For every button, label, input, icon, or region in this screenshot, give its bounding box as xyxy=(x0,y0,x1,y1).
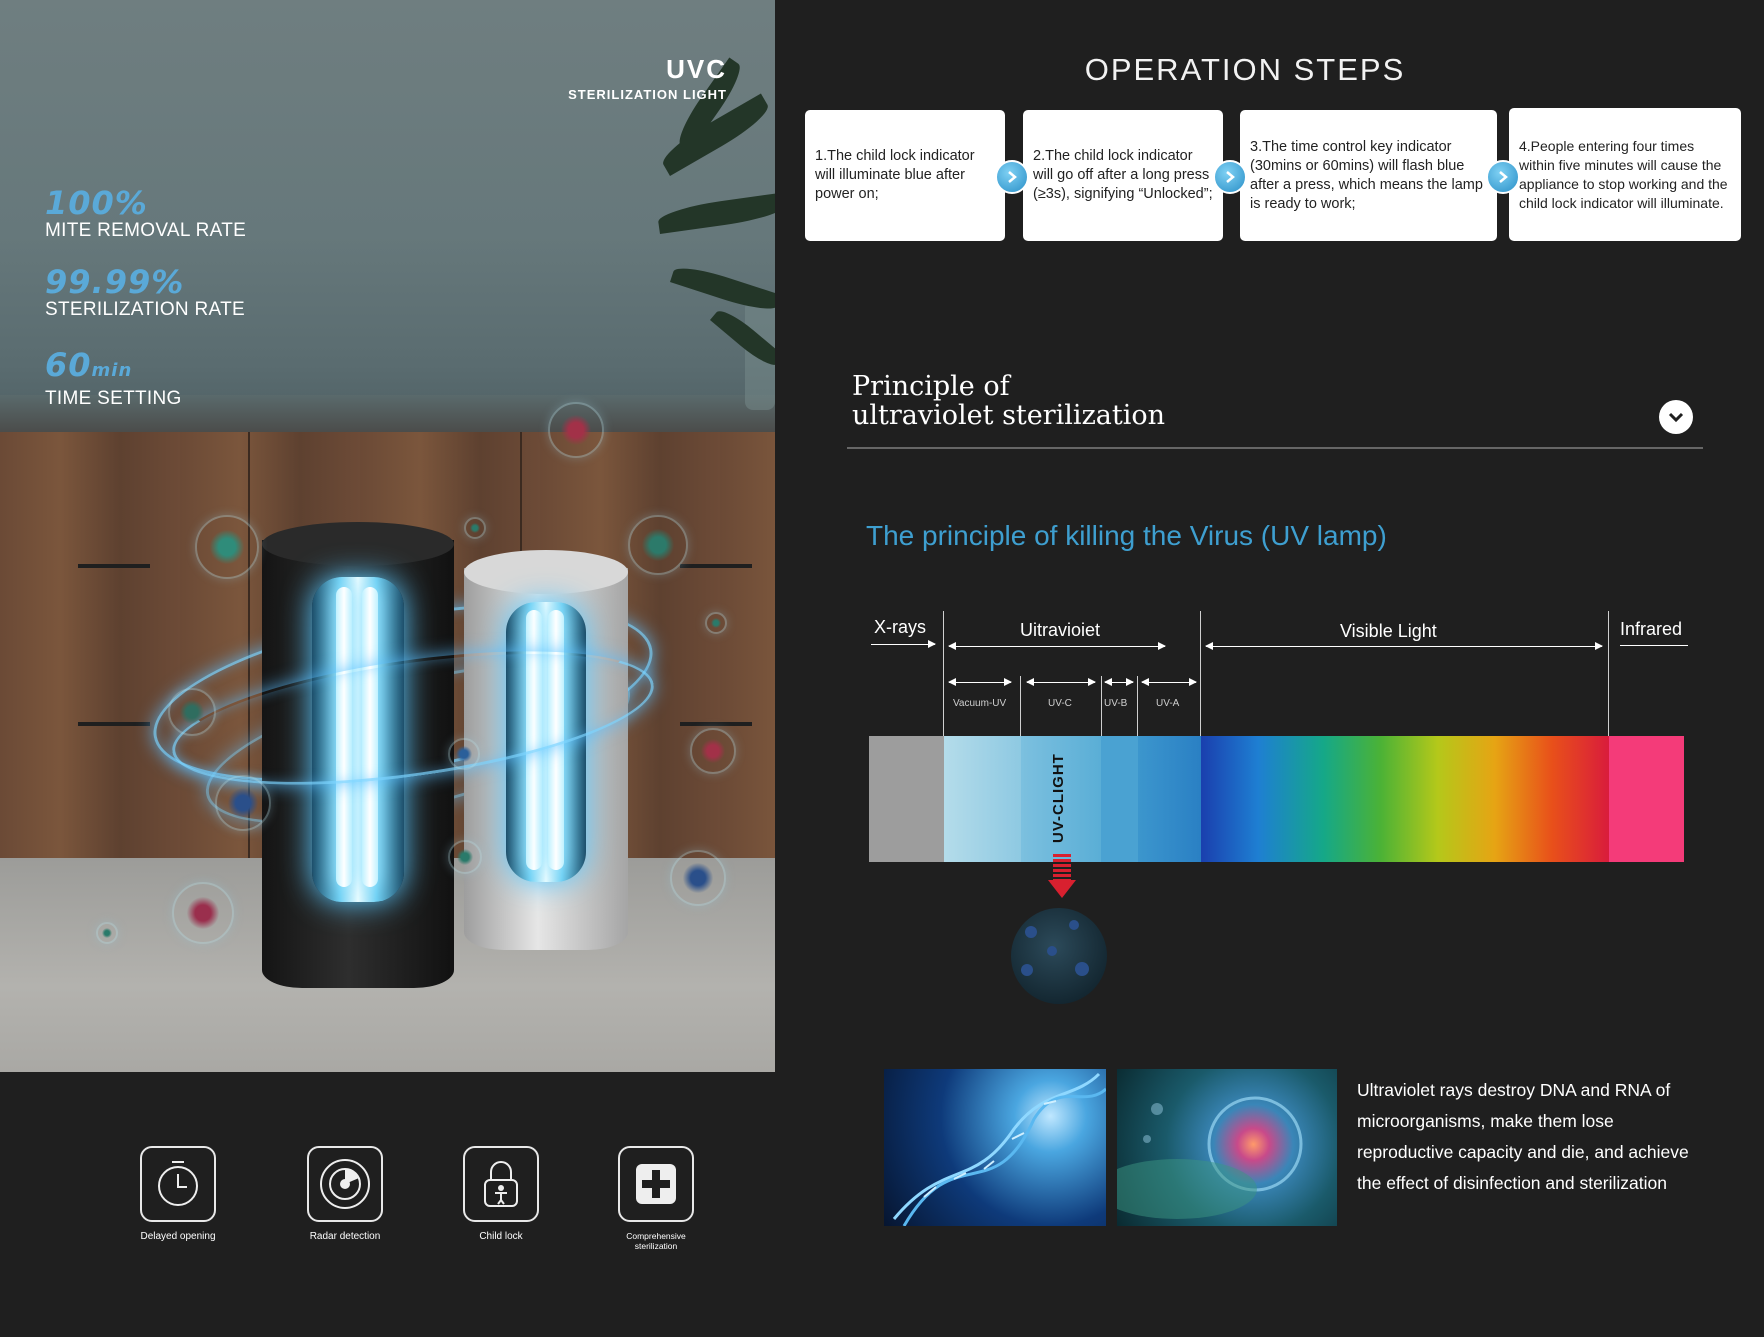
divider-line xyxy=(1608,611,1609,736)
stat-label: TIME SETTING xyxy=(45,388,182,409)
down-arrow-icon xyxy=(1048,880,1076,898)
virus-particle xyxy=(168,688,216,736)
feature-label: Comprehensive sterilization xyxy=(626,1231,686,1251)
stat-label: STERILIZATION RATE xyxy=(45,299,245,320)
principle-title: Principle of ultraviolet sterilization xyxy=(852,372,1165,430)
step-text: 4.People entering four times within five… xyxy=(1519,137,1728,211)
feature-label: Delayed opening xyxy=(140,1231,216,1242)
palm-plant xyxy=(560,57,775,410)
sub-label-uv-b: UV-B xyxy=(1104,698,1128,709)
virus-particle xyxy=(690,728,736,774)
uvc-title: UVC STERILIZATION LIGHT xyxy=(568,54,727,102)
operation-step-3: 3.The time control key indicator (30mins… xyxy=(1240,110,1497,241)
vacuum-uv-arrow xyxy=(948,678,1012,686)
step-arrow-icon xyxy=(995,160,1029,194)
virus-particle xyxy=(448,840,482,874)
feature-radar-detection: Radar detection xyxy=(275,1146,415,1242)
region-label-visible: Visible Light xyxy=(1340,621,1437,641)
visible-light-arrow xyxy=(1205,642,1603,650)
region-label-infrared: Infrared xyxy=(1620,619,1683,639)
operation-step-4: 4.People entering four times within five… xyxy=(1509,108,1741,241)
dna-helix-image xyxy=(884,1069,1106,1226)
uv-b-arrow xyxy=(1104,678,1134,686)
step-text: 2.The child lock indicator will go off a… xyxy=(1033,148,1213,202)
radar-icon xyxy=(307,1146,383,1222)
cabinet-handle xyxy=(680,564,752,568)
hero-photo: UVC STERILIZATION LIGHT 100% MITE REMOVA… xyxy=(0,0,775,1072)
stat-mite-removal: 100% MITE REMOVAL RATE xyxy=(45,186,246,242)
uv-a-arrow xyxy=(1141,678,1197,686)
uvc-subtitle-text: STERILIZATION LIGHT xyxy=(568,87,727,102)
timer-icon xyxy=(140,1146,216,1222)
cabinet-handle xyxy=(78,722,150,726)
sub-label-uv-c: UV-C xyxy=(1048,698,1072,709)
stat-sterilization: 99.99% STERILIZATION RATE xyxy=(45,265,245,321)
chevron-down-icon[interactable] xyxy=(1659,400,1693,434)
cabinet-handle xyxy=(680,722,752,726)
feature-comprehensive-sterilization: Comprehensive sterilization xyxy=(586,1146,726,1251)
stat-value: 60min xyxy=(45,346,133,384)
divider-line xyxy=(943,611,944,736)
sterilization-description: Ultraviolet rays destroy DNA and RNA of … xyxy=(1357,1080,1689,1193)
spectrum-uv-a-band xyxy=(1138,736,1201,862)
virus-particle xyxy=(464,517,486,539)
feature-child-lock: Child lock xyxy=(431,1146,571,1242)
virus-particle xyxy=(195,515,259,579)
virus-particle xyxy=(670,850,726,906)
xrays-arrow xyxy=(871,640,936,648)
stat-value: 99.99% xyxy=(45,263,185,301)
padlock-child-icon xyxy=(463,1146,539,1222)
spectrum-visible-band xyxy=(1201,736,1609,862)
spectrum-xray-band xyxy=(869,736,944,862)
sub-label-uv-a: UV-A xyxy=(1156,698,1180,709)
product-hero-panel: UVC STERILIZATION LIGHT 100% MITE REMOVA… xyxy=(0,0,775,1337)
operation-steps-title: OPERATION STEPS xyxy=(1084,52,1406,87)
principle-title-line2: ultraviolet sterilization xyxy=(852,400,1166,431)
feature-delayed-opening: Delayed opening xyxy=(108,1146,248,1242)
spectrum-uv-b-band xyxy=(1101,736,1138,862)
virus-particle xyxy=(215,775,271,831)
stat-time-setting: 60min TIME SETTING xyxy=(45,348,182,410)
virus-particle xyxy=(448,738,480,770)
spectrum-vacuum-uv-band xyxy=(944,736,1021,862)
step-text: 1.The child lock indicator will illumina… xyxy=(815,148,975,202)
stat-label: MITE REMOVAL RATE xyxy=(45,220,247,241)
virus-particle xyxy=(172,882,234,944)
virus-particle xyxy=(628,515,688,575)
region-label-xrays: X-rays xyxy=(874,617,927,637)
section-divider xyxy=(847,447,1703,449)
ultraviolet-arrow xyxy=(948,642,1166,650)
feature-label: Radar detection xyxy=(309,1231,381,1242)
step-arrow-icon xyxy=(1213,160,1247,194)
step-arrow-icon xyxy=(1486,160,1520,194)
operation-step-2: 2.The child lock indicator will go off a… xyxy=(1023,110,1223,241)
virus-particle xyxy=(705,612,727,634)
cell-sphere-image xyxy=(1117,1069,1337,1226)
region-label-ultraviolet: Uitravioiet xyxy=(1020,620,1101,640)
divider-line xyxy=(1137,676,1138,736)
spectrum-infrared-band xyxy=(1609,736,1684,862)
sub-label-vacuum-uv: Vacuum-UV xyxy=(953,698,1007,709)
divider-line xyxy=(1101,676,1102,736)
uv-beam-stripes xyxy=(1053,854,1071,880)
info-panel: OPERATION STEPS 1.The child lock indicat… xyxy=(775,0,1764,1337)
step-text: 3.The time control key indicator (30mins… xyxy=(1250,138,1483,212)
virus-cell-icon xyxy=(1011,908,1107,1004)
feature-label: Child lock xyxy=(479,1231,523,1242)
stat-value: 100% xyxy=(45,184,148,222)
virus-particle xyxy=(548,402,604,458)
operation-step-1: 1.The child lock indicator will illumina… xyxy=(805,110,1005,241)
kill-virus-title: The principle of killing the Virus (UV l… xyxy=(866,520,1387,551)
uv-c-arrow xyxy=(1026,678,1096,686)
medical-cross-icon xyxy=(618,1146,694,1222)
divider-line xyxy=(1200,611,1201,736)
principle-title-line1: Principle of xyxy=(852,371,1010,402)
virus-particle xyxy=(96,922,118,944)
divider-line xyxy=(1020,676,1021,736)
infrared-arrow xyxy=(1620,645,1688,646)
uv-c-light-label: UV-CLIGHT xyxy=(1050,753,1067,843)
uvc-title-text: UVC xyxy=(666,54,727,84)
cabinet-handle xyxy=(78,564,150,568)
